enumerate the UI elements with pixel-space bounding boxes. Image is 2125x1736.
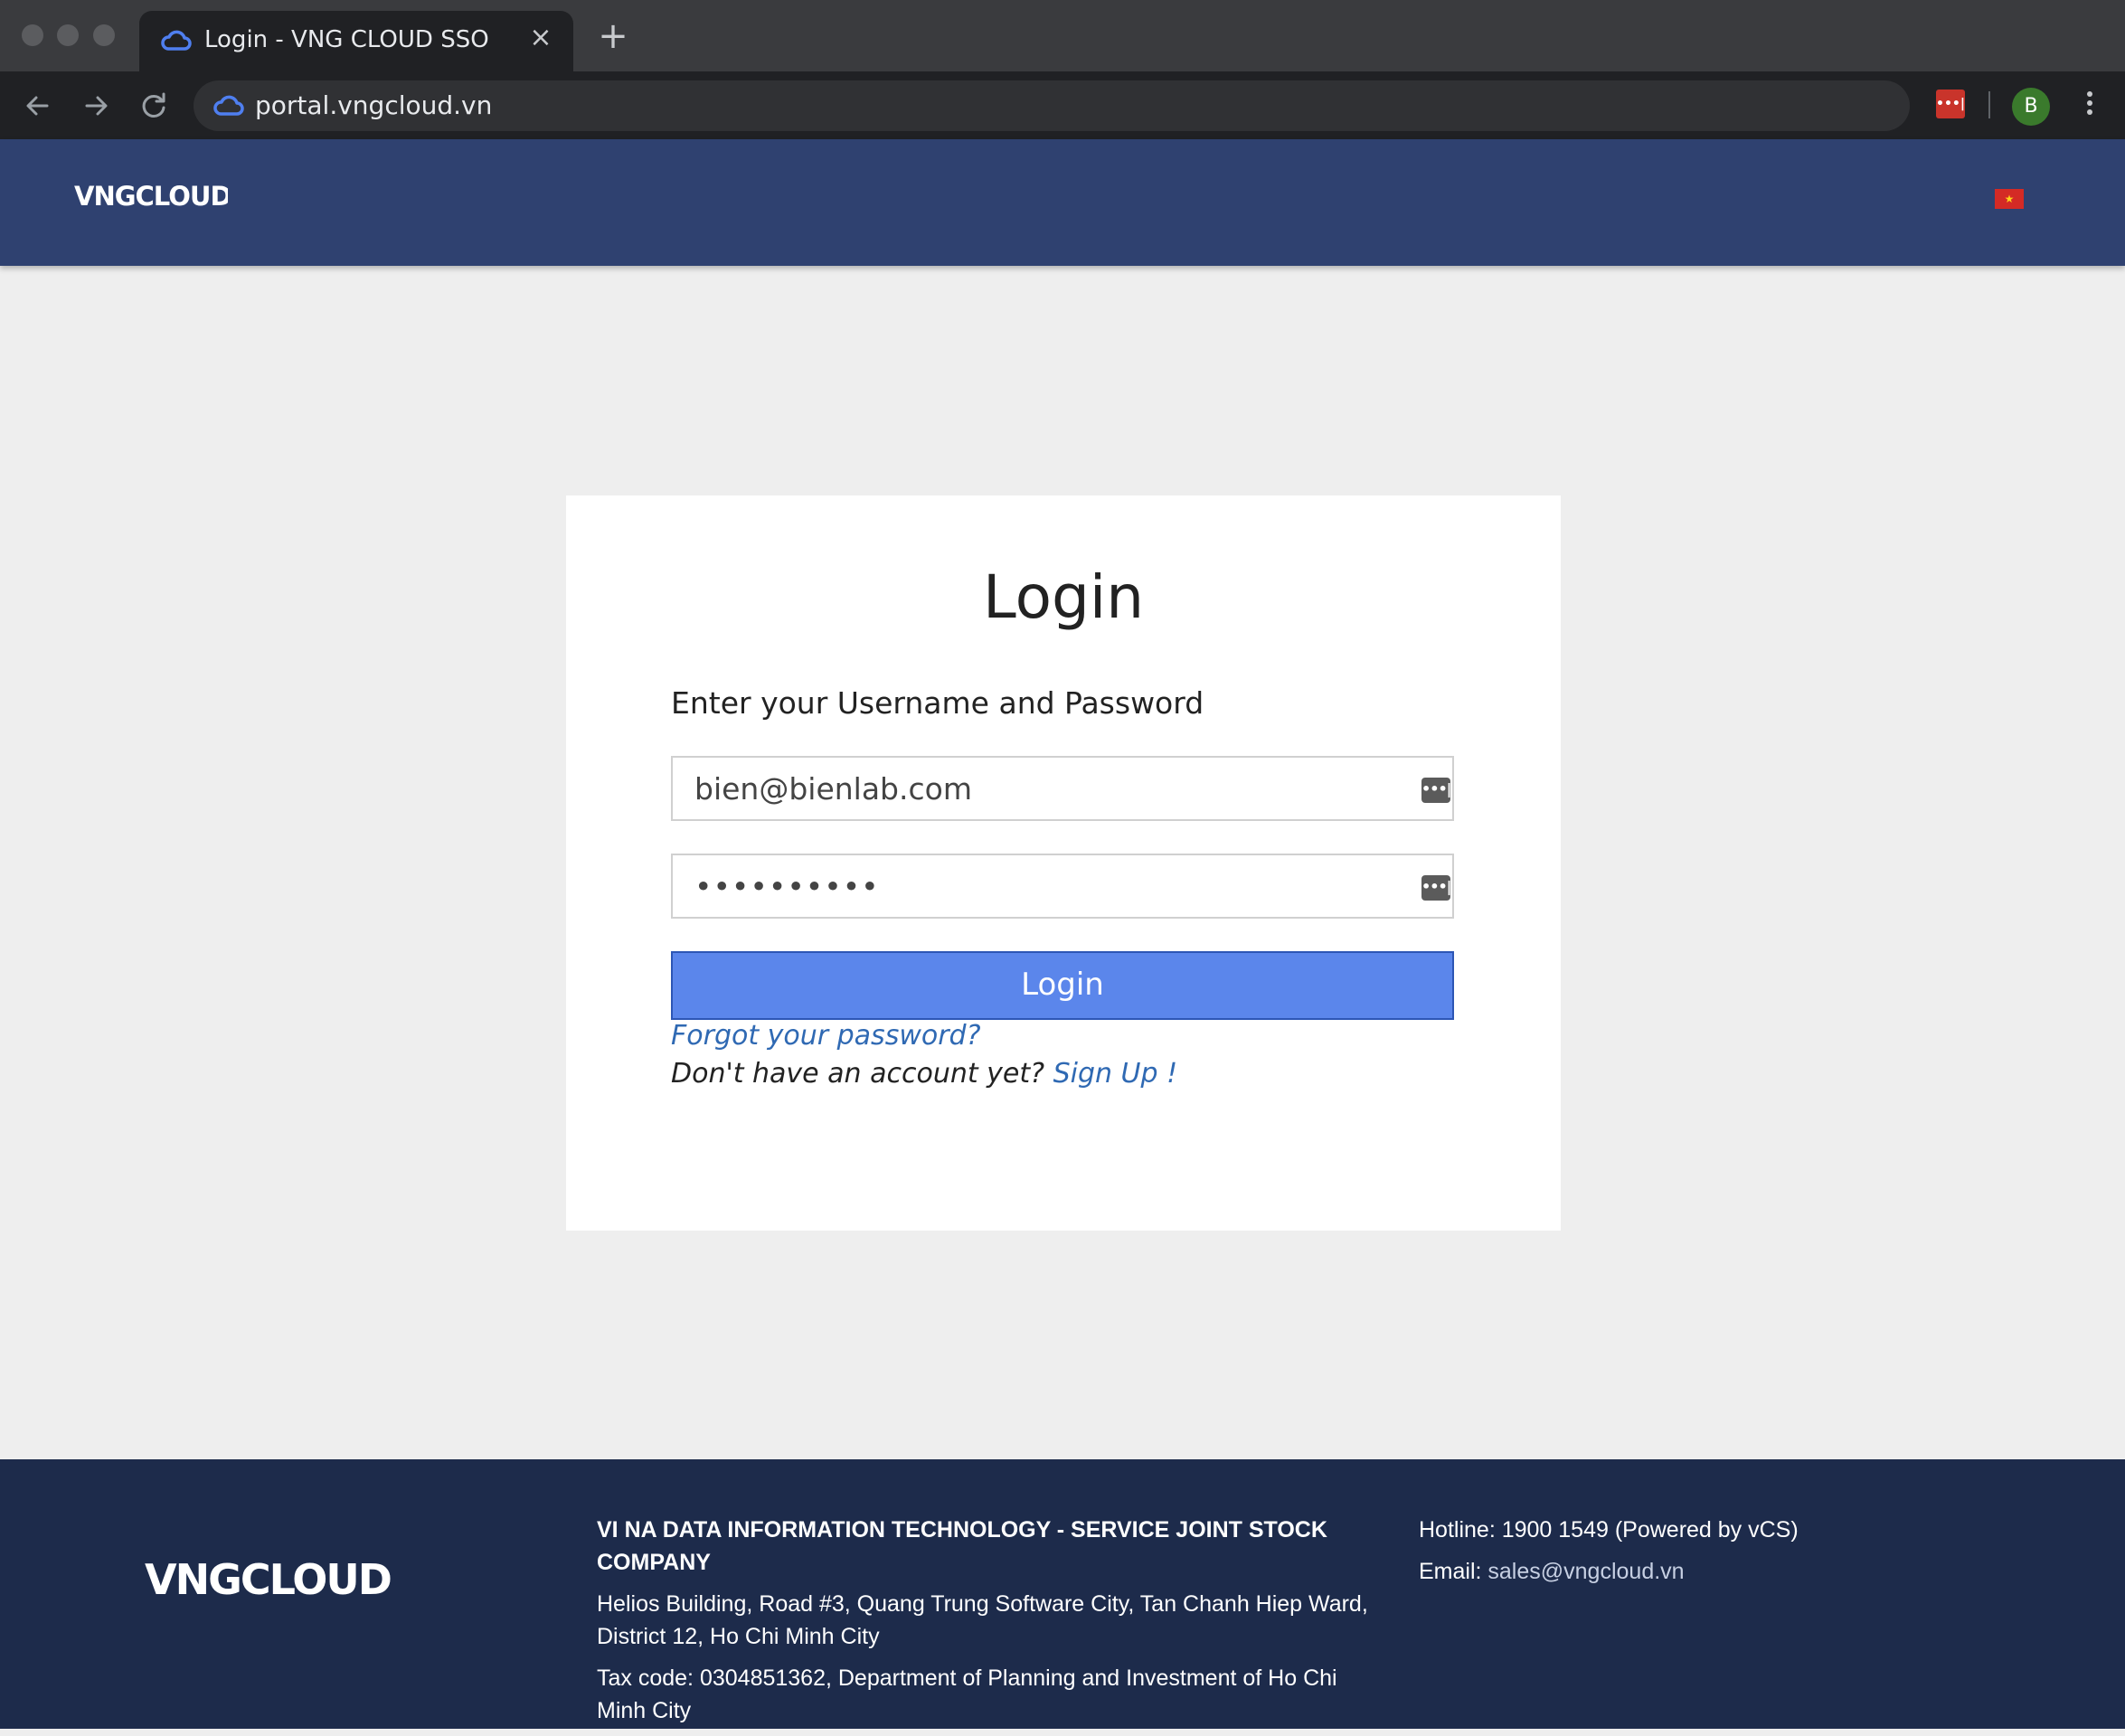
address-url: portal.vngcloud.vn — [255, 90, 493, 120]
username-field[interactable]: •••| — [671, 756, 1454, 821]
reload-icon[interactable] — [134, 86, 174, 126]
login-title: Login — [982, 562, 1145, 632]
signup-prompt: Don't have an account yet? Sign Up ! — [671, 1058, 1177, 1090]
address-bar[interactable]: portal.vngcloud.vn — [194, 80, 1910, 131]
footer-contact: Hotline: 1900 1549 (Powered by vCS) Emai… — [1419, 1514, 1799, 1597]
site-footer: VNGCLOUD VI NA DATA INFORMATION TECHNOLO… — [0, 1459, 2125, 1729]
site-header: VNGCLOUD ★ — [0, 139, 2125, 266]
signup-link[interactable]: Sign Up ! — [1053, 1058, 1178, 1090]
tab-title: Login - VNG CLOUD SSO — [204, 26, 489, 53]
footer-tax-code: Tax code: 0304851362, Department of Plan… — [597, 1665, 1337, 1723]
browser-tab-active[interactable]: Login - VNG CLOUD SSO × — [139, 11, 573, 71]
login-subtitle: Enter your Username and Password — [671, 685, 1204, 721]
password-manager-extension-icon[interactable]: •••| — [1936, 90, 1965, 118]
no-account-text: Don't have an account yet? — [671, 1058, 1053, 1090]
login-button[interactable]: Login — [671, 951, 1454, 1020]
footer-company-info: VI NA DATA INFORMATION TECHNOLOGY - SERV… — [597, 1514, 1374, 1736]
browser-tabstrip: Login - VNG CLOUD SSO × + — [0, 0, 2125, 71]
window-maximize-button[interactable] — [93, 24, 115, 46]
toolbar-divider — [1988, 91, 1990, 118]
window-minimize-button[interactable] — [57, 24, 79, 46]
footer-hotline: Hotline: 1900 1549 (Powered by vCS) — [1419, 1517, 1799, 1543]
login-card: Login Enter your Username and Password •… — [566, 495, 1561, 1231]
footer-email-link[interactable]: sales@vngcloud.vn — [1488, 1559, 1684, 1584]
forward-arrow-icon[interactable] — [76, 86, 116, 126]
password-manager-icon[interactable]: •••| — [1421, 875, 1452, 901]
footer-address: Helios Building, Road #3, Quang Trung So… — [597, 1591, 1368, 1649]
window-close-button[interactable] — [22, 24, 43, 46]
browser-menu-icon[interactable] — [2076, 88, 2103, 124]
cloud-icon — [161, 30, 192, 51]
svg-text:VNGCLOUD: VNGCLOUD — [74, 181, 228, 212]
footer-email-label: Email: — [1419, 1559, 1488, 1584]
cloud-icon — [213, 95, 244, 116]
password-field[interactable]: •••| — [671, 854, 1454, 919]
footer-company-name: VI NA DATA INFORMATION TECHNOLOGY - SERV… — [597, 1517, 1327, 1575]
browser-toolbar: portal.vngcloud.vn •••| B — [0, 71, 2125, 139]
footer-email: Email: sales@vngcloud.vn — [1419, 1555, 1799, 1588]
password-manager-icon[interactable]: •••| — [1421, 778, 1452, 803]
svg-text:VNGCLOUD: VNGCLOUD — [145, 1555, 391, 1602]
forgot-password-link[interactable]: Forgot your password? — [671, 1020, 981, 1052]
username-input[interactable] — [673, 758, 1452, 819]
back-arrow-icon[interactable] — [18, 86, 58, 126]
tab-close-icon[interactable]: × — [524, 22, 557, 54]
vietnam-flag-icon[interactable]: ★ — [1995, 189, 2024, 209]
vngcloud-footer-logo: VNGCLOUD — [145, 1555, 392, 1602]
password-input[interactable] — [673, 855, 1452, 917]
vngcloud-logo[interactable]: VNGCLOUD — [74, 179, 228, 212]
new-tab-button[interactable]: + — [597, 18, 629, 54]
profile-avatar[interactable]: B — [2012, 88, 2050, 126]
